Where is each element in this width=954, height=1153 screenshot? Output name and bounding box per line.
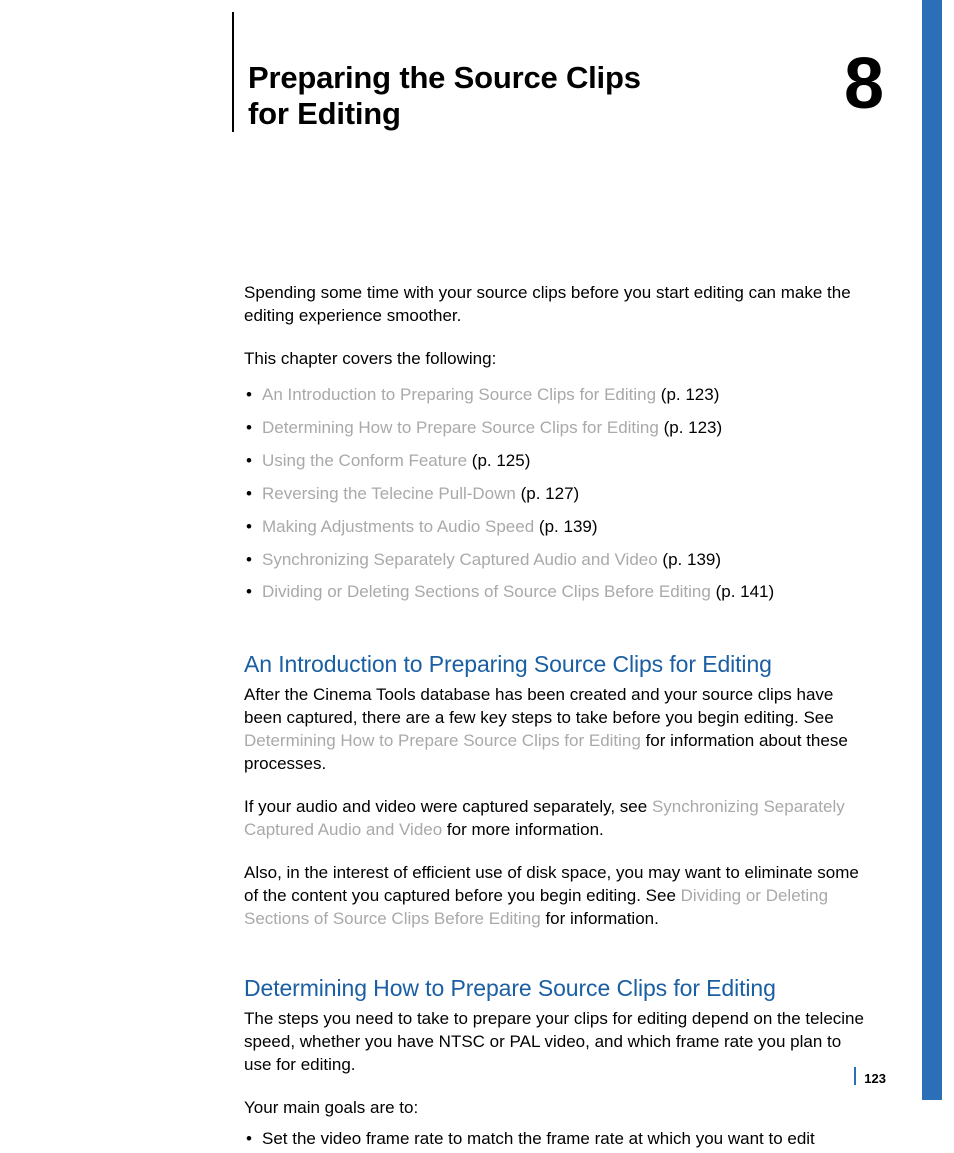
toc-item: Using the Conform Feature (p. 125) — [244, 445, 872, 478]
text-run: for information. — [541, 909, 659, 928]
body-paragraph: Also, in the interest of efficient use o… — [244, 862, 872, 931]
toc-page: (p. 141) — [716, 582, 775, 601]
toc-item: Dividing or Deleting Sections of Source … — [244, 576, 872, 609]
toc-page: (p. 127) — [521, 484, 580, 503]
intro-paragraph: Spending some time with your source clip… — [244, 282, 872, 328]
text-run: If your audio and video were captured se… — [244, 797, 652, 816]
toc-item: Making Adjustments to Audio Speed (p. 13… — [244, 511, 872, 544]
text-run: The steps you need to take to prepare yo… — [244, 1008, 872, 1077]
side-tab — [922, 0, 942, 1100]
toc-link[interactable]: Making Adjustments to Audio Speed — [262, 517, 534, 536]
chapter-header: Preparing the Source Clips for Editing — [232, 12, 874, 132]
toc-link[interactable]: An Introduction to Preparing Source Clip… — [262, 385, 656, 404]
chapter-number: 8 — [844, 48, 884, 120]
toc-item: Synchronizing Separately Captured Audio … — [244, 544, 872, 577]
toc-link[interactable]: Determining How to Prepare Source Clips … — [262, 418, 659, 437]
page-number: 123 — [864, 1071, 886, 1086]
toc-page: (p. 125) — [472, 451, 531, 470]
toc-link[interactable]: Using the Conform Feature — [262, 451, 467, 470]
toc-page: (p. 123) — [664, 418, 723, 437]
page-footer: 123 — [854, 1067, 886, 1085]
toc-link[interactable]: Dividing or Deleting Sections of Source … — [262, 582, 711, 601]
section-heading: An Introduction to Preparing Source Clip… — [244, 649, 872, 680]
toc-page: (p. 139) — [662, 550, 721, 569]
toc-item: An Introduction to Preparing Source Clip… — [244, 379, 872, 412]
list-item: Set the video frame rate to match the fr… — [244, 1126, 872, 1153]
toc-link[interactable]: Synchronizing Separately Captured Audio … — [262, 550, 658, 569]
body-paragraph: After the Cinema Tools database has been… — [244, 684, 872, 776]
toc-link[interactable]: Reversing the Telecine Pull-Down — [262, 484, 516, 503]
body-paragraph: The steps you need to take to prepare yo… — [244, 1008, 872, 1077]
chapter-toc: An Introduction to Preparing Source Clip… — [244, 379, 872, 610]
page-body: Spending some time with your source clip… — [244, 282, 872, 1153]
goals-list: Set the video frame rate to match the fr… — [244, 1126, 872, 1153]
toc-page: (p. 123) — [661, 385, 720, 404]
text-run: After the Cinema Tools database has been… — [244, 685, 834, 727]
chapter-title: Preparing the Source Clips for Editing — [248, 60, 668, 131]
toc-item: Reversing the Telecine Pull-Down (p. 127… — [244, 478, 872, 511]
toc-item: Determining How to Prepare Source Clips … — [244, 412, 872, 445]
text-run: for more information. — [442, 820, 604, 839]
goals-intro: Your main goals are to: — [244, 1097, 872, 1120]
inline-link[interactable]: Determining How to Prepare Source Clips … — [244, 731, 641, 750]
section-heading: Determining How to Prepare Source Clips … — [244, 973, 872, 1004]
body-paragraph: If your audio and video were captured se… — [244, 796, 872, 842]
covers-line: This chapter covers the following: — [244, 348, 872, 371]
toc-page: (p. 139) — [539, 517, 598, 536]
